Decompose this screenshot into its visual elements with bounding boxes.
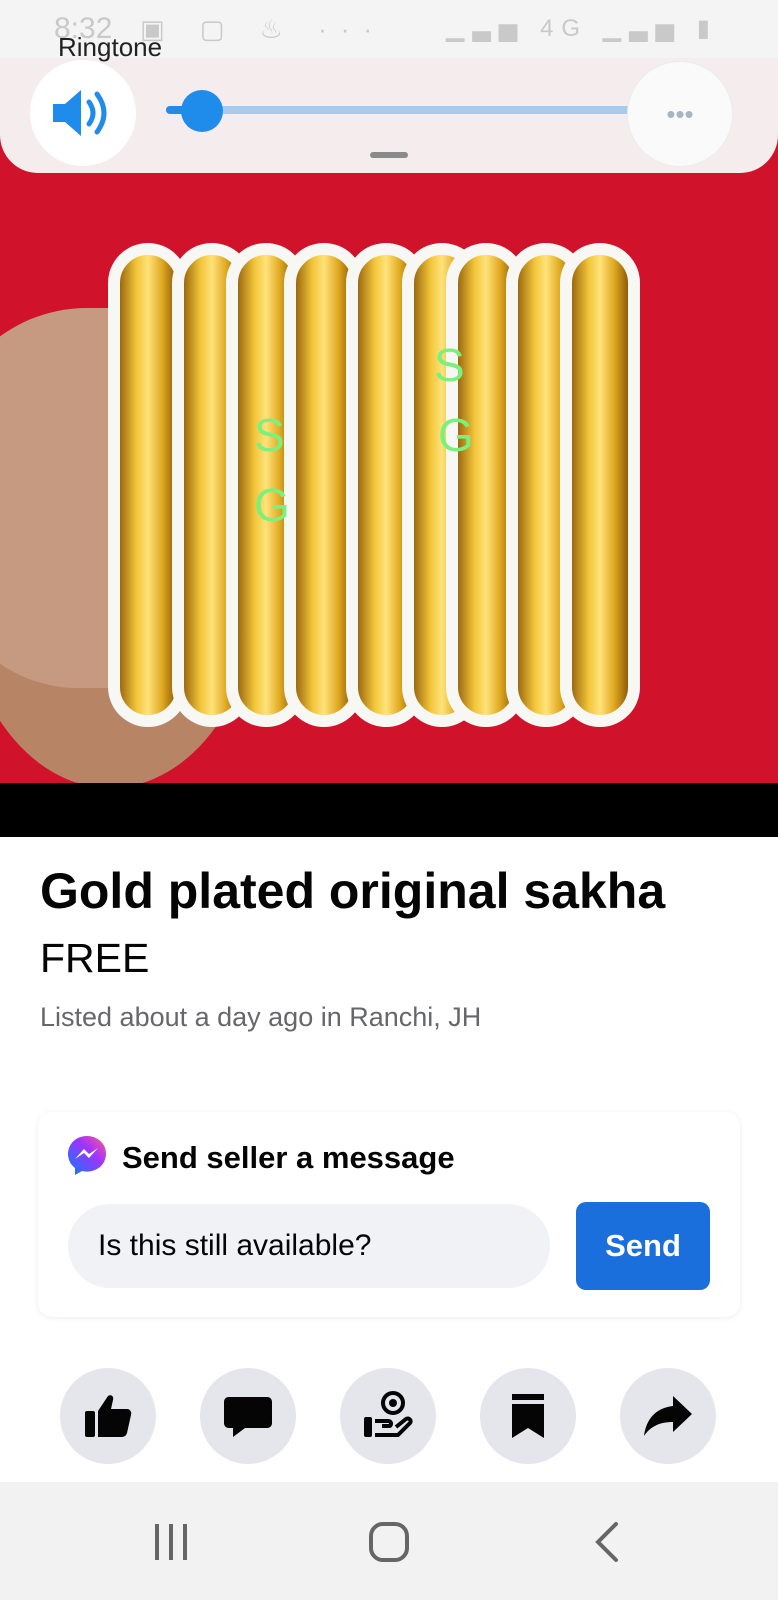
watermark-letter: S xyxy=(434,339,465,391)
navigation-bar xyxy=(0,1482,778,1600)
more-dots-icon[interactable]: ••• xyxy=(628,62,732,166)
network-label: 4G xyxy=(540,15,589,42)
status-signal-icons: ▁▃▅ 4G ▁▃▅ ▮ xyxy=(446,15,718,42)
seller-icon xyxy=(364,1391,413,1437)
status-notification-icons: ▣ ▢ ♨ ··· xyxy=(140,14,387,44)
back-icon xyxy=(595,1522,618,1562)
bookmark-icon xyxy=(512,1394,544,1438)
home-icon xyxy=(369,1522,409,1562)
volume-slider-thumb[interactable] xyxy=(181,90,224,132)
bangle xyxy=(560,243,640,727)
volume-button[interactable] xyxy=(30,60,136,166)
home-button[interactable] xyxy=(344,1510,434,1574)
volume-slider-track[interactable] xyxy=(166,106,686,114)
recent-apps-icon xyxy=(155,1524,187,1560)
watermark-letter: G xyxy=(254,479,290,531)
image-letterbox xyxy=(0,783,778,837)
message-button[interactable] xyxy=(200,1368,296,1464)
watermark-letter: G xyxy=(438,409,474,461)
back-button[interactable] xyxy=(562,1510,652,1574)
like-button[interactable] xyxy=(60,1368,156,1464)
message-input[interactable] xyxy=(68,1204,550,1288)
recent-apps-button[interactable] xyxy=(126,1510,216,1574)
send-button[interactable]: Send xyxy=(576,1202,710,1290)
volume-icon xyxy=(53,90,107,136)
messenger-icon xyxy=(68,1136,106,1175)
listing-price: FREE xyxy=(40,935,150,981)
drag-handle[interactable] xyxy=(370,152,408,158)
listing-title: Gold plated original sakha xyxy=(40,863,666,919)
share-button[interactable] xyxy=(620,1368,716,1464)
send-message-card: Send seller a message Send xyxy=(38,1112,740,1317)
chat-bubble-icon xyxy=(224,1397,272,1437)
watermark-letter: S xyxy=(254,409,285,461)
thumbs-up-icon xyxy=(85,1395,132,1437)
volume-panel: ••• xyxy=(0,58,778,173)
ringtone-label: Ringtone xyxy=(58,32,163,62)
listing-meta: Listed about a day ago in Ranchi, JH xyxy=(40,1002,482,1032)
save-button[interactable] xyxy=(480,1368,576,1464)
card-title: Send seller a message xyxy=(122,1140,455,1175)
share-arrow-icon xyxy=(644,1396,692,1436)
action-row xyxy=(0,1368,778,1464)
seller-details-button[interactable] xyxy=(340,1368,436,1464)
